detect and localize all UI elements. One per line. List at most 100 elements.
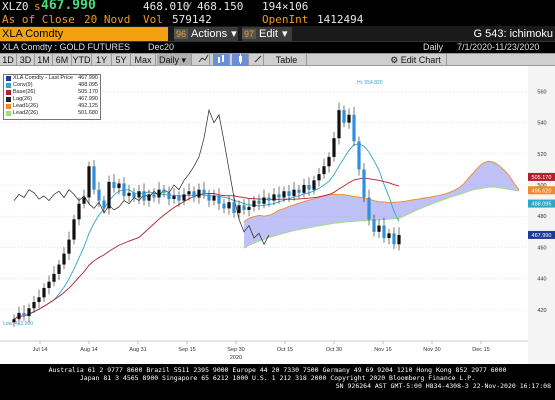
range-3d[interactable]: 3D: [17, 54, 35, 66]
candle-body: [37, 297, 41, 302]
candle-body: [117, 183, 121, 189]
bloomberg-terminal-window: XLZ0 s 467.990 468.010 / 468.150 194×106…: [0, 0, 555, 400]
range-1y[interactable]: 1Y: [92, 54, 112, 66]
price-tag-label: 505.170: [532, 175, 552, 181]
x-tick-label: Oct 15: [277, 347, 293, 353]
candle-body: [277, 194, 281, 198]
legend-value: 501.680: [78, 110, 98, 116]
table-button[interactable]: Table: [267, 54, 307, 66]
range-ytd[interactable]: YTD: [72, 54, 92, 66]
gear-icon: ⚙: [390, 55, 399, 65]
quote-row-1: XLZ0 s 467.990 468.010 / 468.150 194×106: [2, 0, 309, 13]
security-name: XLA Comdty : GOLD FUTURES: [2, 42, 131, 52]
candle-body: [202, 189, 206, 195]
candle-body: [152, 194, 156, 198]
candle-body: [307, 185, 311, 190]
date-range: 7/1/2020-11/23/2020: [457, 42, 540, 52]
candle-body: [87, 166, 91, 198]
candle-body: [97, 189, 101, 201]
range-5y[interactable]: 5Y: [112, 54, 131, 66]
cloud-fill: [244, 161, 519, 249]
ask-price: 468.150: [197, 0, 244, 13]
bid-ask-size: 194×106: [262, 0, 309, 13]
legend-value: 488.095: [78, 82, 98, 88]
edit-menu-button[interactable]: 97 Edit ▾: [242, 27, 292, 41]
x-tick-label: Nov 16: [374, 347, 391, 353]
legend-label: Base(26): [13, 89, 36, 95]
footer-session-line: SN 926264 AST GMT-5:00 H834-4308-3 22-No…: [335, 382, 551, 390]
candle-body: [147, 194, 151, 201]
candle-body: [362, 169, 366, 198]
legend-value: 505.170: [78, 89, 98, 95]
candle-body: [92, 166, 96, 190]
candle-body: [72, 219, 76, 240]
ichimoku-chart[interactable]: 420 440 460 480 500 520 540 560 Jul 14 Aug 14 Aug…: [0, 66, 555, 364]
quote-row-2: As of Close 20 Novd Vol 579142 OpenInt 1…: [0, 13, 555, 26]
range-max[interactable]: Max: [131, 54, 156, 66]
legend-value: 467.990: [78, 96, 98, 102]
price-tag-label: 496.620: [532, 188, 552, 194]
compare-icon[interactable]: [252, 54, 264, 66]
candle-body: [122, 183, 126, 196]
legend-label: Conv(9): [13, 82, 33, 88]
candle-body: [207, 194, 211, 201]
y-tick-label: 460: [537, 245, 546, 251]
candle-body: [322, 166, 326, 175]
chevron-down-icon: ▾: [231, 28, 237, 40]
candle-body: [157, 189, 161, 198]
candle-body: [132, 192, 136, 198]
candle-body: [192, 191, 196, 198]
candle-body: [372, 219, 376, 232]
y-axis: 420440460480500520540560: [528, 66, 555, 364]
candle-body: [182, 194, 186, 201]
actions-menu-button[interactable]: 96 Actions ▾: [174, 27, 238, 41]
candle-body: [327, 156, 331, 167]
open-interest-value: 1412494: [317, 13, 364, 26]
last-price: 467.990: [41, 0, 96, 13]
period-select[interactable]: Daily ▾: [157, 54, 192, 66]
range-1m[interactable]: 1M: [35, 54, 53, 66]
price-tag-label: 467.990: [532, 233, 552, 239]
legend-value: 467.990: [78, 75, 98, 81]
line-chart-icon[interactable]: [197, 54, 210, 66]
candle-body: [387, 233, 391, 239]
asof-date: 20 Novd: [84, 13, 131, 26]
asof-label: As of Close: [2, 13, 75, 26]
candle-body: [257, 200, 261, 204]
y-tick-label: 560: [537, 89, 546, 95]
candle-body: [292, 189, 296, 196]
candle-icon[interactable]: [232, 54, 249, 66]
candle-body: [297, 189, 301, 193]
candle-body: [197, 189, 201, 198]
candle-body: [337, 110, 341, 139]
candle-body: [57, 264, 61, 274]
candle-body: [137, 191, 141, 198]
range-6m[interactable]: 6M: [53, 54, 72, 66]
function-title: G 543: ichimoku: [473, 28, 553, 40]
legend-row: Lead1(26) 492.125: [4, 103, 100, 110]
candle-body: [252, 200, 256, 207]
security-input[interactable]: XLA Comdty: [0, 27, 168, 41]
legend-row: Lag(26) 467.990: [4, 96, 100, 103]
low-annotation: Low: 412.000: [3, 321, 34, 327]
candle-body: [52, 273, 56, 282]
chart-type-icon[interactable]: [213, 54, 230, 66]
y-tick-label: 540: [537, 121, 546, 127]
x-tick-label: Aug 31: [129, 347, 146, 353]
candle-body: [27, 308, 31, 317]
candle-body: [67, 239, 71, 254]
candle-body: [177, 195, 181, 201]
x-tick-label: Jul 14: [33, 347, 48, 353]
edit-chart-button[interactable]: ⚙ Edit Chart: [385, 54, 447, 66]
candle-body: [77, 203, 81, 220]
candle-body: [127, 192, 131, 196]
conversion-line: [13, 143, 400, 320]
range-1d[interactable]: 1D: [0, 54, 17, 66]
candle-body: [22, 312, 26, 317]
quote-bar: XLZ0 s 467.990 468.010 / 468.150 194×106…: [0, 0, 555, 26]
candle-body: [217, 195, 221, 204]
y-tick-label: 480: [537, 214, 546, 220]
candle-body: [272, 194, 276, 201]
legend-row: Conv(9) 488.095: [4, 82, 100, 89]
candle-body: [42, 287, 46, 298]
